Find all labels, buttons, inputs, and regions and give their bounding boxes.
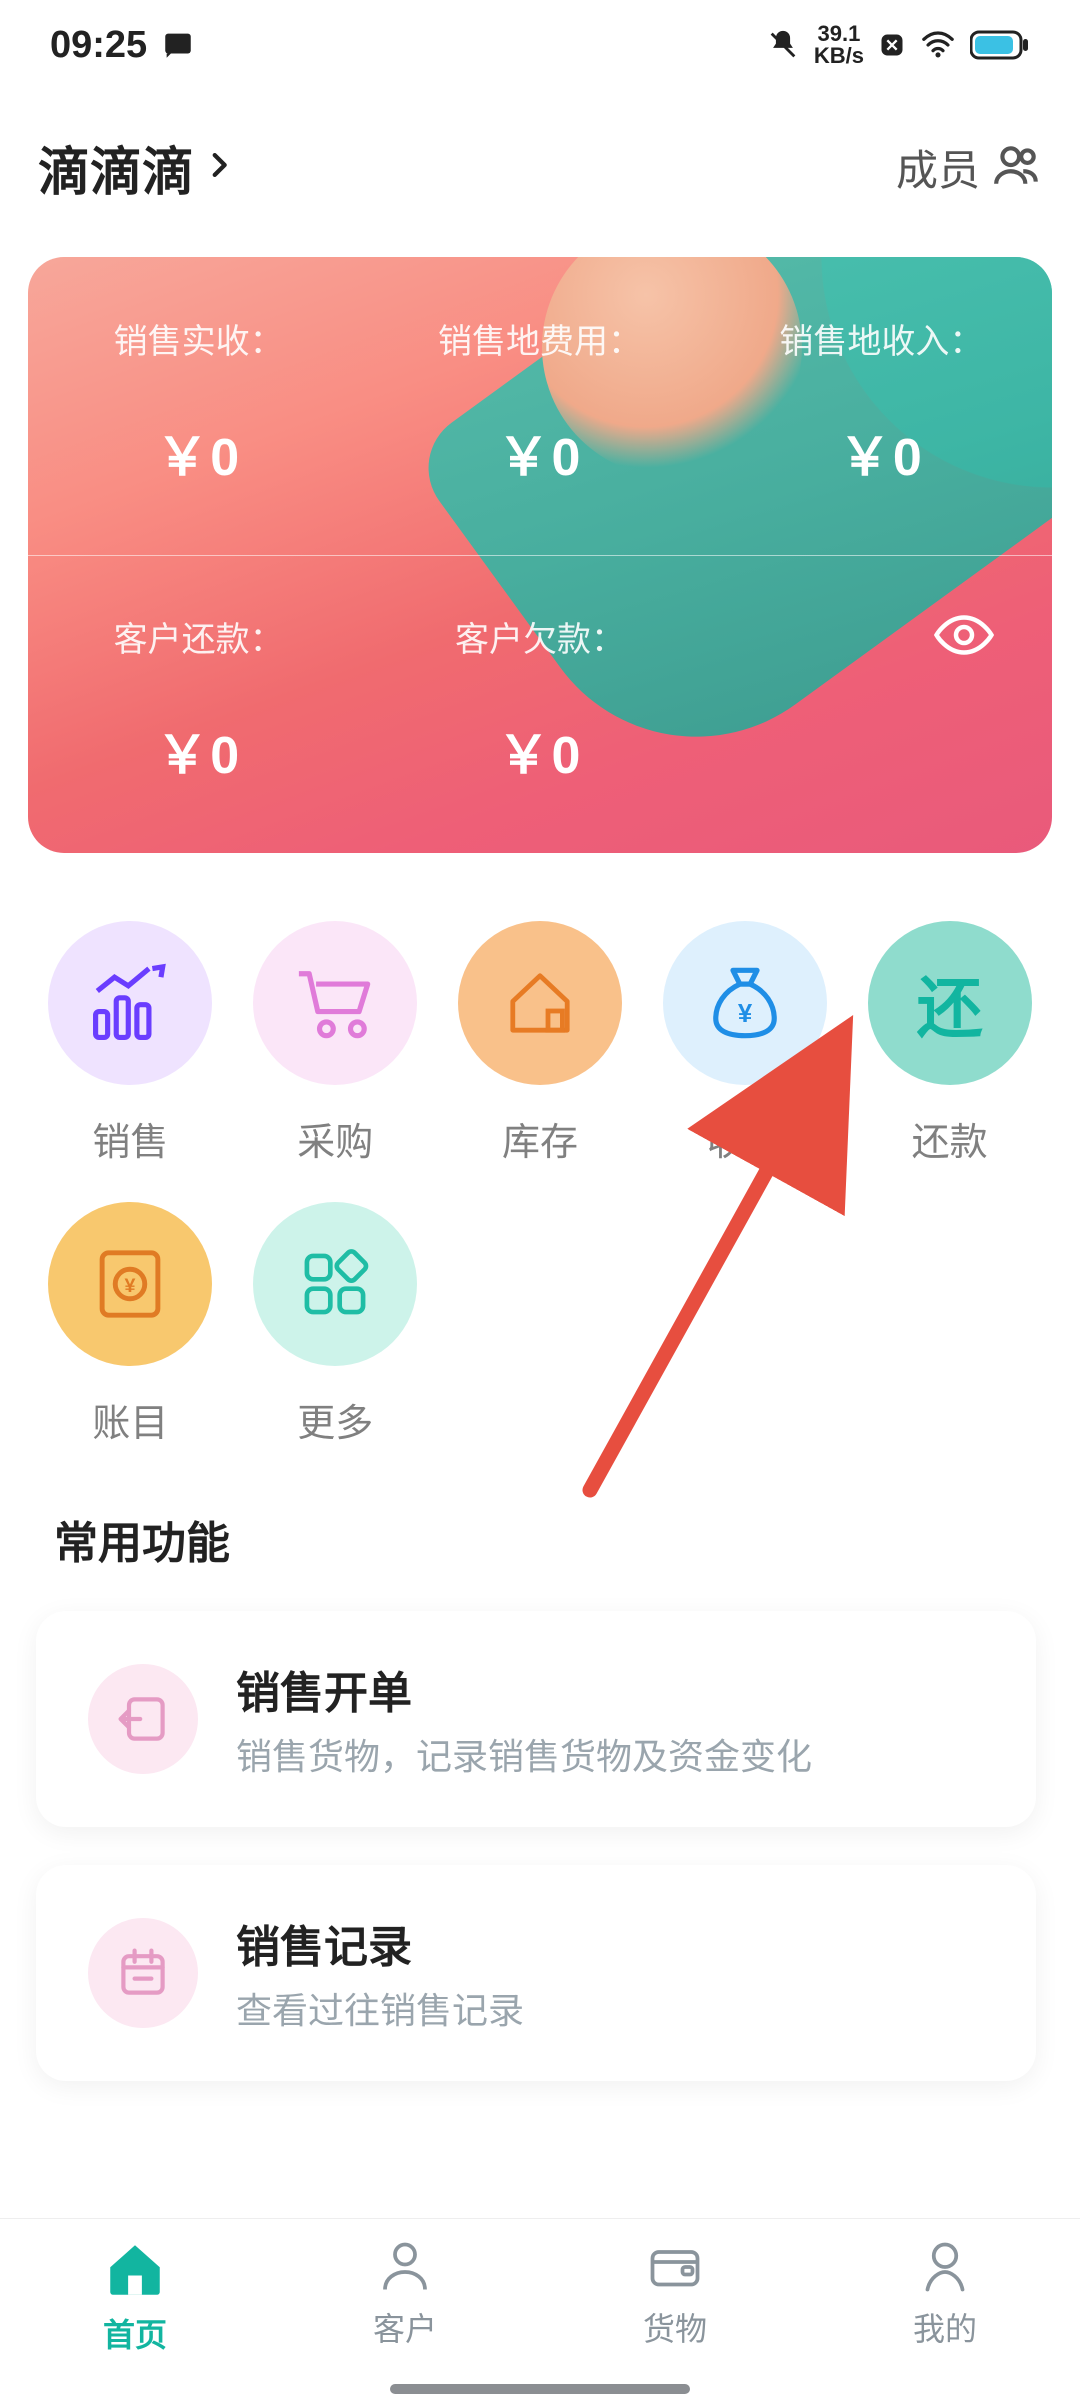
section-title: 常用功能 bbox=[54, 1507, 1052, 1571]
func-sale-order[interactable]: 销售开单 销售货物，记录销售货物及资金变化 bbox=[36, 1611, 1036, 1827]
toggle-visibility-button[interactable] bbox=[928, 601, 1000, 673]
feature-inventory[interactable]: 库存 bbox=[438, 921, 643, 1166]
net-speed-unit: KB/s bbox=[814, 45, 864, 67]
feature-repay[interactable]: 还 还款 bbox=[847, 921, 1052, 1166]
func-desc: 查看过往销售记录 bbox=[236, 1987, 1000, 2035]
status-right: 39.1 KB/s bbox=[766, 23, 1030, 67]
chevron-right-icon bbox=[202, 148, 236, 187]
status-time: 09:25 bbox=[50, 24, 147, 67]
metric-value: ￥0 bbox=[369, 363, 710, 526]
metric-label: 客户还款： bbox=[28, 584, 369, 661]
wallet-icon bbox=[645, 2237, 705, 2302]
svg-text:¥: ¥ bbox=[125, 1275, 136, 1297]
status-bar: 09:25 39.1 KB/s bbox=[0, 0, 1080, 90]
cart-icon bbox=[253, 921, 417, 1085]
function-card-list: 销售开单 销售货物，记录销售货物及资金变化 销售记录 查看过往销售记录 bbox=[36, 1611, 1036, 2081]
feature-label: 更多 bbox=[297, 1392, 373, 1447]
feature-label: 还款 bbox=[912, 1111, 988, 1166]
metric-customer-debt: 客户欠款： ￥0 bbox=[369, 555, 710, 853]
money-bag-icon: ¥ bbox=[663, 921, 827, 1085]
metric-customer-repay: 客户还款： ￥0 bbox=[28, 555, 369, 853]
sim-off-icon bbox=[878, 31, 906, 59]
feature-label: 账目 bbox=[92, 1392, 168, 1447]
nav-goods[interactable]: 货物 bbox=[540, 2219, 810, 2408]
metric-label: 销售实收： bbox=[28, 286, 369, 363]
metric-label: 销售地收入： bbox=[711, 286, 1052, 363]
chart-up-icon bbox=[48, 921, 212, 1085]
metric-label: 客户欠款： bbox=[369, 584, 710, 661]
feature-label: 收支 bbox=[707, 1111, 783, 1166]
ledger-icon: ¥ bbox=[48, 1202, 212, 1366]
metric-value: ￥0 bbox=[28, 363, 369, 526]
user-icon bbox=[915, 2237, 975, 2302]
nav-label: 客户 bbox=[373, 2304, 437, 2350]
bottom-nav: 首页 客户 货物 我的 bbox=[0, 2218, 1080, 2408]
nav-label: 货物 bbox=[643, 2304, 707, 2350]
members-label: 成员 bbox=[896, 137, 980, 198]
nav-customer[interactable]: 客户 bbox=[270, 2219, 540, 2408]
metric-value: ￥0 bbox=[369, 661, 710, 824]
person-icon bbox=[375, 2237, 435, 2302]
message-icon bbox=[161, 28, 195, 62]
nav-home[interactable]: 首页 bbox=[0, 2219, 270, 2408]
wifi-icon bbox=[920, 28, 956, 62]
page-title: 滴滴滴 bbox=[38, 130, 194, 205]
nav-label: 我的 bbox=[913, 2304, 977, 2350]
func-sale-record[interactable]: 销售记录 查看过往销售记录 bbox=[36, 1865, 1036, 2081]
repay-glyph-icon: 还 bbox=[868, 921, 1032, 1085]
header-row: 滴滴滴 成员 bbox=[0, 90, 1080, 245]
feature-more[interactable]: 更多 bbox=[233, 1202, 438, 1447]
feature-ledger[interactable]: ¥ 账目 bbox=[28, 1202, 233, 1447]
eye-icon bbox=[934, 615, 994, 660]
metric-value: ￥0 bbox=[711, 363, 1052, 526]
home-icon bbox=[102, 2237, 168, 2308]
metric-sales-income: 销售地收入： ￥0 bbox=[711, 257, 1052, 555]
common-functions-section: 常用功能 bbox=[54, 1507, 1052, 1571]
svg-text:¥: ¥ bbox=[738, 1000, 753, 1028]
func-title: 销售开单 bbox=[236, 1657, 1000, 1721]
mute-icon bbox=[766, 28, 800, 62]
metric-sales-expense: 销售地费用： ￥0 bbox=[369, 257, 710, 555]
feature-purchase[interactable]: 采购 bbox=[233, 921, 438, 1166]
network-speed: 39.1 KB/s bbox=[814, 23, 864, 67]
net-speed-value: 39.1 bbox=[814, 23, 864, 45]
export-icon bbox=[88, 1664, 198, 1774]
dashboard-card[interactable]: 销售实收： ￥0 销售地费用： ￥0 销售地收入： ￥0 客户还款： ￥0 客户… bbox=[28, 257, 1052, 853]
glyph-text: 还 bbox=[917, 955, 983, 1051]
house-icon bbox=[458, 921, 622, 1085]
apps-icon bbox=[253, 1202, 417, 1366]
nav-label: 首页 bbox=[103, 2310, 167, 2356]
metric-value: ￥0 bbox=[28, 661, 369, 824]
metric-sales-received: 销售实收： ￥0 bbox=[28, 257, 369, 555]
feature-sales[interactable]: 销售 bbox=[28, 921, 233, 1166]
account-switcher[interactable]: 滴滴滴 bbox=[38, 130, 236, 205]
members-icon bbox=[992, 140, 1042, 195]
nav-mine[interactable]: 我的 bbox=[810, 2219, 1080, 2408]
battery-icon bbox=[970, 30, 1030, 60]
gesture-bar bbox=[390, 2384, 690, 2394]
metric-label: 销售地费用： bbox=[369, 286, 710, 363]
feature-grid: 销售 采购 库存 ¥ 收支 还 还款 ¥ 账目 更多 bbox=[28, 921, 1052, 1447]
feature-label: 采购 bbox=[297, 1111, 373, 1166]
func-desc: 销售货物，记录销售货物及资金变化 bbox=[236, 1733, 1000, 1781]
members-button[interactable]: 成员 bbox=[896, 137, 1042, 198]
feature-label: 库存 bbox=[502, 1111, 578, 1166]
feature-label: 销售 bbox=[92, 1111, 168, 1166]
calendar-icon bbox=[88, 1918, 198, 2028]
func-title: 销售记录 bbox=[236, 1911, 1000, 1975]
feature-finance[interactable]: ¥ 收支 bbox=[642, 921, 847, 1166]
status-left: 09:25 bbox=[50, 24, 195, 67]
